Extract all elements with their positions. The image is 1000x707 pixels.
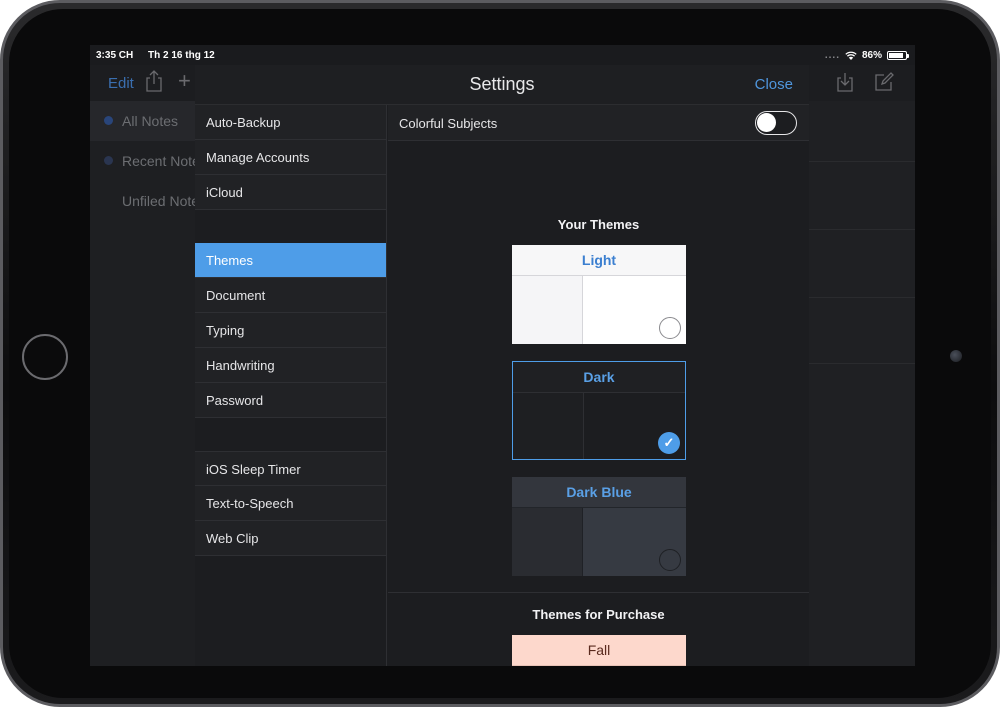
menu-item-handwriting[interactable]: Handwriting bbox=[195, 348, 386, 383]
theme-preview-sidebar bbox=[512, 276, 583, 344]
theme-preview-sidebar bbox=[513, 393, 584, 459]
share-icon[interactable] bbox=[145, 70, 163, 92]
menu-item-password[interactable]: Password bbox=[195, 383, 386, 418]
colorful-subjects-row: Colorful Subjects bbox=[388, 105, 809, 141]
your-themes-title: Your Themes bbox=[557, 217, 640, 232]
menu-item-manage-accounts[interactable]: Manage Accounts bbox=[195, 140, 386, 175]
close-button[interactable]: Close bbox=[755, 76, 793, 93]
notes-sidebar: All Notes Recent Notes Unfiled Notes ⚙ ?… bbox=[90, 101, 207, 666]
compose-icon[interactable] bbox=[874, 72, 894, 92]
note-list-divider bbox=[808, 363, 915, 364]
battery-percent: 86% bbox=[861, 50, 882, 61]
settings-menu: Auto-Backup Manage Accounts iCloud Theme… bbox=[195, 105, 387, 666]
notebook-dot-icon bbox=[104, 156, 113, 165]
note-list-divider bbox=[808, 229, 915, 230]
colorful-subjects-toggle[interactable] bbox=[755, 111, 797, 135]
settings-header: Settings Close bbox=[195, 65, 809, 105]
ipad-frame: 3:35 CH Th 2 16 thg 12 .... 86% Edit + A… bbox=[0, 0, 1000, 707]
status-time: 3:35 CH bbox=[96, 50, 134, 61]
battery-fill bbox=[889, 53, 903, 58]
sidebar-item-recent-notes[interactable]: Recent Notes bbox=[90, 141, 207, 181]
signal-icon: .... bbox=[824, 50, 840, 61]
menu-item-auto-backup[interactable]: Auto-Backup bbox=[195, 105, 386, 140]
theme-name: Light bbox=[512, 245, 686, 276]
camera bbox=[950, 350, 962, 362]
theme-name: Dark Blue bbox=[512, 477, 686, 508]
settings-modal: Settings Close Auto-Backup Manage Accoun… bbox=[195, 65, 809, 666]
battery-icon bbox=[887, 51, 909, 60]
colorful-subjects-label: Colorful Subjects bbox=[399, 116, 498, 131]
sidebar-item-unfiled-notes[interactable]: Unfiled Notes bbox=[90, 181, 206, 221]
themes-for-purchase-title: Themes for Purchase bbox=[532, 607, 665, 622]
settings-title: Settings bbox=[469, 74, 535, 94]
radio-unchecked-icon[interactable] bbox=[659, 549, 681, 571]
menu-item-web-clip[interactable]: Web Clip bbox=[195, 521, 386, 556]
theme-name: Fall bbox=[512, 635, 686, 666]
menu-item-document[interactable]: Document bbox=[195, 278, 386, 313]
menu-item-icloud[interactable]: iCloud bbox=[195, 175, 386, 210]
note-list-divider bbox=[808, 297, 915, 298]
theme-name: Dark bbox=[513, 362, 685, 393]
edit-button[interactable]: Edit bbox=[108, 75, 134, 92]
screen: 3:35 CH Th 2 16 thg 12 .... 86% Edit + A… bbox=[90, 45, 915, 666]
wifi-icon bbox=[845, 51, 857, 60]
toggle-knob bbox=[757, 113, 776, 132]
status-bar: 3:35 CH Th 2 16 thg 12 .... 86% bbox=[90, 45, 915, 65]
theme-card-fall[interactable]: Fall bbox=[512, 635, 686, 666]
theme-preview-sidebar bbox=[512, 508, 583, 576]
themes-panel: Colorful Subjects Your Themes Light Dark bbox=[388, 105, 809, 666]
radio-unchecked-icon[interactable] bbox=[659, 317, 681, 339]
checkmark-icon[interactable]: ✓ bbox=[658, 432, 680, 454]
home-button[interactable] bbox=[22, 334, 68, 380]
section-divider bbox=[388, 592, 809, 593]
theme-card-dark[interactable]: Dark ✓ bbox=[512, 361, 686, 460]
menu-item-typing[interactable]: Typing bbox=[195, 313, 386, 348]
theme-card-light[interactable]: Light bbox=[512, 245, 686, 344]
sidebar-item-all-notes[interactable]: All Notes bbox=[90, 101, 200, 141]
status-date: Th 2 16 thg 12 bbox=[148, 50, 215, 61]
notebook-dot-icon bbox=[104, 116, 113, 125]
theme-card-dark-blue[interactable]: Dark Blue bbox=[512, 477, 686, 576]
menu-item-ios-sleep-timer[interactable]: iOS Sleep Timer bbox=[195, 451, 386, 486]
note-list-divider bbox=[808, 161, 915, 162]
download-icon[interactable] bbox=[836, 72, 854, 92]
menu-item-themes[interactable]: Themes bbox=[195, 243, 386, 278]
add-icon[interactable]: + bbox=[178, 70, 191, 92]
note-list bbox=[808, 101, 915, 666]
menu-item-text-to-speech[interactable]: Text-to-Speech bbox=[195, 486, 386, 521]
